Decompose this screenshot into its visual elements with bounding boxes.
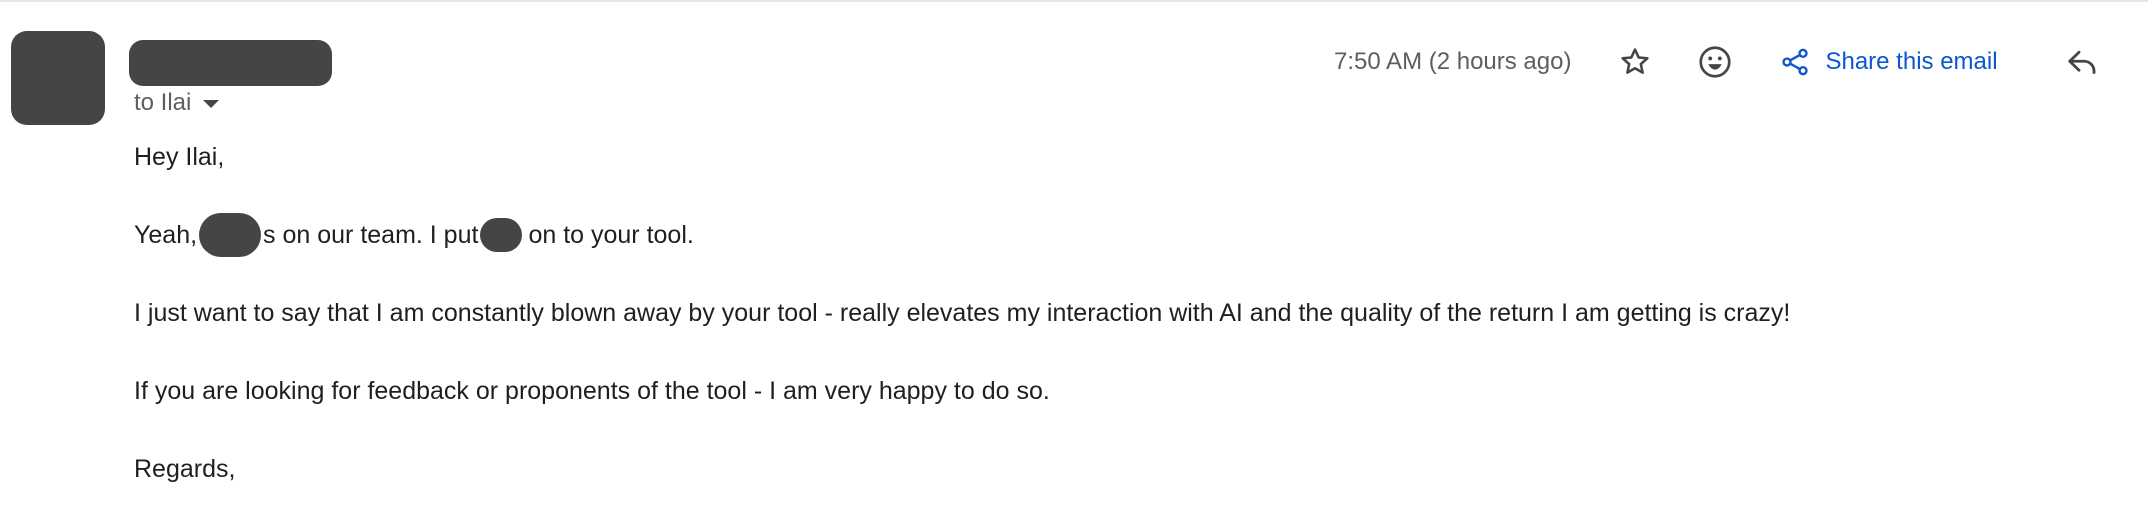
greeting-line: Hey Ilai, [134, 137, 2114, 177]
signoff-line: Regards, [134, 449, 2114, 489]
share-email-label: Share this email [1825, 48, 1998, 75]
p1-start-text: Yeah, [134, 221, 198, 249]
recipient-label: to Ilai [134, 89, 192, 116]
email-body: Hey Ilai, Yeah, s on our team. I put on to… [134, 137, 2114, 527]
p1-mid-text: s on our team. I put [263, 221, 479, 249]
emoji-smile-icon [1699, 46, 1732, 78]
top-divider [0, 0, 2148, 2]
body-paragraph-2: I just want to say that I am constantly … [134, 293, 2114, 333]
p3-text: If you are looking for feedback or propo… [134, 377, 1050, 405]
redacted-name-1 [199, 213, 262, 257]
share-icon [1779, 46, 1811, 78]
star-outline-icon [1621, 48, 1650, 74]
email-header-actions: 7:50 AM (2 hours ago) Share this email [1334, 36, 2108, 88]
redacted-name-2 [480, 218, 523, 252]
sender-avatar-redacted[interactable] [11, 31, 105, 125]
p1-end-text: on to your tool. [528, 221, 694, 249]
body-paragraph-1: Yeah, s on our team. I put on to your tool… [134, 213, 2114, 257]
signoff-text: Regards, [134, 455, 236, 483]
star-button[interactable] [1609, 36, 1661, 88]
caret-down-icon [203, 100, 220, 108]
greeting-text: Hey Ilai, [134, 143, 225, 171]
add-reaction-button[interactable] [1689, 36, 1741, 88]
reply-button[interactable] [2056, 36, 2108, 88]
p2-text: I just want to say that I am constantly … [134, 299, 1791, 327]
reply-icon [2067, 50, 2095, 74]
share-email-button[interactable]: Share this email [1779, 46, 1998, 78]
email-timestamp: 7:50 AM (2 hours ago) [1334, 48, 1572, 75]
sender-name-redacted [129, 40, 332, 86]
body-paragraph-3: If you are looking for feedback or propo… [134, 371, 2114, 411]
recipient-details-toggle[interactable]: to Ilai [134, 86, 220, 120]
